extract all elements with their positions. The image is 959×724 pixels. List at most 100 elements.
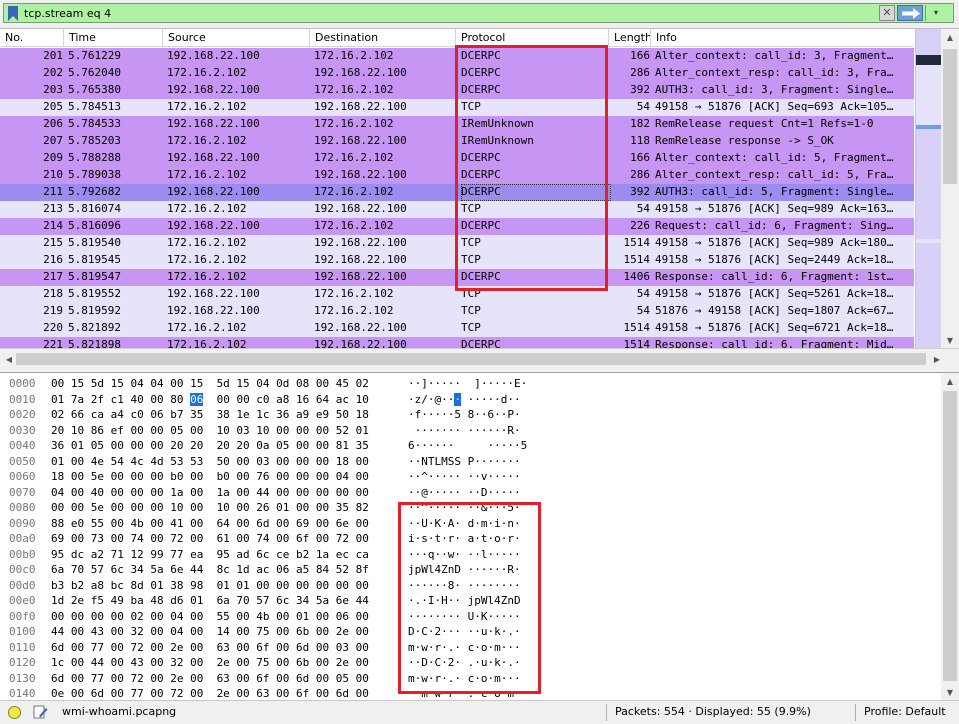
byte-ascii: ··^····· ··v····· xyxy=(408,468,521,485)
packet-length: 1514 xyxy=(623,338,651,348)
column-header-length[interactable]: Length xyxy=(609,29,651,47)
packet-source: 172.16.2.102 xyxy=(167,202,247,215)
byte-hex: 02 66 ca a4 c0 06 b7 35 38 1e 1c 36 a9 e… xyxy=(51,406,369,423)
byte-hex-text: 00 00 00 00 02 00 04 00 55 00 4b 00 01 0… xyxy=(51,609,369,623)
byte-ascii-text: 6······ ·····5 xyxy=(408,439,528,452)
status-filename: wmi-whoami.pcapng xyxy=(62,705,177,718)
packet-protocol: DCERPC xyxy=(461,66,501,79)
packet-row[interactable]: 211 5.792682 192.168.22.100 172.16.2.102 DCE… xyxy=(0,184,914,201)
packet-time: 5.819592 xyxy=(68,304,121,317)
packet-row[interactable]: 221 5.821898 172.16.2.102 192.168.22.100 DCE… xyxy=(0,337,914,348)
scroll-up-icon[interactable]: ▲ xyxy=(941,29,959,46)
scroll-right-icon[interactable]: ▶ xyxy=(928,351,946,368)
packet-length: 1514 xyxy=(623,321,651,334)
bytes-vertical-scrollbar[interactable]: ▲ ▼ xyxy=(941,373,959,700)
packet-destination: 192.168.22.100 xyxy=(314,253,407,266)
packet-info: 49158 → 51876 [ACK] Seq=6721 Ack=18… xyxy=(655,321,894,334)
packet-row[interactable]: 220 5.821892 172.16.2.102 192.168.22.100 TCP… xyxy=(0,320,914,337)
packet-destination: 192.168.22.100 xyxy=(314,202,407,215)
packet-source: 192.168.22.100 xyxy=(167,304,260,317)
packet-list-pane: No. Time Source Destination Protocol Len… xyxy=(0,28,959,348)
packet-protocol: TCP xyxy=(461,287,481,300)
packet-row[interactable]: 219 5.819592 192.168.22.100 172.16.2.102 TCP… xyxy=(0,303,914,320)
packet-row[interactable]: 210 5.789038 172.16.2.102 192.168.22.100 DCE… xyxy=(0,167,914,184)
byte-hex: 6a 70 57 6c 34 5a 6e 44 8c 1d ac 06 a5 8… xyxy=(51,561,369,578)
vertical-scroll-thumb[interactable] xyxy=(943,391,957,681)
byte-hex-text: 44 00 43 00 32 00 04 00 14 00 75 00 6b 0… xyxy=(51,625,369,638)
display-filter-box: ✕ ▾ xyxy=(3,3,954,23)
scroll-up-icon[interactable]: ▲ xyxy=(941,373,959,390)
byte-hex: b3 b2 a8 bc 8d 01 38 98 01 01 00 00 00 0… xyxy=(51,577,369,594)
byte-hex: 44 00 43 00 32 00 04 00 14 00 75 00 6b 0… xyxy=(51,623,369,640)
column-header-destination[interactable]: Destination xyxy=(310,29,456,47)
byte-ascii: D·C·2··· ··u·k·.· xyxy=(408,623,521,640)
column-header-protocol[interactable]: Protocol xyxy=(456,29,609,47)
packet-row[interactable]: 209 5.788288 192.168.22.100 172.16.2.102 DCE… xyxy=(0,150,914,167)
packet-row[interactable]: 218 5.819552 192.168.22.100 172.16.2.102 TCP… xyxy=(0,286,914,303)
byte-ascii-text: ·····d·· xyxy=(460,392,521,406)
byte-offset: 0110 xyxy=(9,640,36,654)
packet-length: 166 xyxy=(630,151,650,164)
packet-info: 49158 → 51876 [ACK] Seq=2449 Ack=18… xyxy=(655,253,894,266)
packet-number: 206 xyxy=(43,117,63,130)
vertical-scroll-thumb[interactable] xyxy=(943,49,957,184)
byte-ascii: ········ U·K····· xyxy=(408,608,521,625)
scroll-down-icon[interactable]: ▼ xyxy=(941,332,959,348)
packet-row[interactable]: 205 5.784513 172.16.2.102 192.168.22.100 TCP… xyxy=(0,99,914,116)
byte-ascii: m·w·r·.· c·o·m··· xyxy=(408,670,521,687)
packet-row[interactable]: 215 5.819540 172.16.2.102 192.168.22.100 TCP… xyxy=(0,235,914,252)
packet-length: 1514 xyxy=(623,253,651,266)
column-header-no[interactable]: No. xyxy=(0,29,64,47)
packet-destination: 172.16.2.102 xyxy=(314,185,394,198)
packet-source: 192.168.22.100 xyxy=(167,287,260,300)
horizontal-scroll-thumb[interactable] xyxy=(16,353,926,365)
apply-filter-button[interactable] xyxy=(897,5,923,21)
pane-horizontal-scrollbar[interactable]: ◀ ▶ xyxy=(0,348,959,370)
byte-hex-text: 00 15 5d 15 04 04 00 15 5d 15 04 0d 08 0… xyxy=(51,377,369,390)
packet-row[interactable]: 216 5.819545 172.16.2.102 192.168.22.100 TCP… xyxy=(0,252,914,269)
column-header-info[interactable]: Info xyxy=(651,29,914,47)
packet-list-vertical-scrollbar[interactable]: ▲ ▼ xyxy=(941,29,959,348)
bookmark-icon[interactable] xyxy=(7,6,19,21)
packet-time: 5.761229 xyxy=(68,49,121,62)
byte-ascii: ······· ······R· xyxy=(408,422,521,439)
expert-info-icon[interactable] xyxy=(8,706,21,719)
display-filter-input[interactable] xyxy=(24,5,864,22)
packet-row[interactable]: 206 5.784533 192.168.22.100 172.16.2.102 IRe… xyxy=(0,116,914,133)
packet-row[interactable]: 213 5.816074 172.16.2.102 192.168.22.100 TCP… xyxy=(0,201,914,218)
packet-row[interactable]: 217 5.819547 172.16.2.102 192.168.22.100 DCE… xyxy=(0,269,914,286)
column-header-source[interactable]: Source xyxy=(163,29,310,47)
packet-row[interactable]: 207 5.785203 172.16.2.102 192.168.22.100 IRe… xyxy=(0,133,914,150)
byte-hex-highlight: 06 xyxy=(190,392,204,406)
packet-minimap[interactable] xyxy=(915,29,942,348)
capture-comment-icon[interactable] xyxy=(33,705,48,720)
byte-hex-text: 36 01 05 00 00 00 20 20 20 20 0a 05 00 0… xyxy=(51,439,369,452)
packet-row[interactable]: 214 5.816096 192.168.22.100 172.16.2.102 DCE… xyxy=(0,218,914,235)
packet-info: Response: call_id: 6, Fragment: 1st… xyxy=(655,270,894,283)
packet-bytes-pane: 0000 00 15 5d 15 04 04 00 15 5d 15 04 0d … xyxy=(0,372,959,700)
packet-destination: 172.16.2.102 xyxy=(314,117,394,130)
packet-number: 220 xyxy=(43,321,63,334)
clear-filter-button[interactable]: ✕ xyxy=(879,5,895,21)
packet-info: Alter_context_resp: call_id: 3, Fra… xyxy=(655,66,894,79)
packet-protocol: DCERPC xyxy=(461,270,501,283)
packet-time: 5.784513 xyxy=(68,100,121,113)
status-packet-count: Packets: 554 · Displayed: 55 (9.9%) xyxy=(615,705,811,718)
byte-ascii-text: ·z/·@·· xyxy=(408,392,455,406)
packet-number: 209 xyxy=(43,151,63,164)
status-profile[interactable]: Profile: Default xyxy=(864,705,946,718)
packet-destination: 192.168.22.100 xyxy=(314,236,407,249)
column-header-time[interactable]: Time xyxy=(64,29,163,47)
packet-row[interactable]: 202 5.762040 172.16.2.102 192.168.22.100 DCE… xyxy=(0,65,914,82)
packet-row[interactable]: 201 5.761229 192.168.22.100 172.16.2.102 DCE… xyxy=(0,48,914,65)
byte-offset: 0120 xyxy=(9,656,36,669)
packet-row[interactable]: 203 5.765380 192.168.22.100 172.16.2.102 DCE… xyxy=(0,82,914,99)
packet-destination: 192.168.22.100 xyxy=(314,168,407,181)
byte-hex-text: 18 00 5e 00 00 00 b0 00 b0 00 76 00 00 0… xyxy=(51,470,369,483)
packet-destination: 192.168.22.100 xyxy=(314,270,407,283)
scroll-down-icon[interactable]: ▼ xyxy=(941,684,959,700)
packet-source: 172.16.2.102 xyxy=(167,134,247,147)
filter-history-dropdown[interactable]: ▾ xyxy=(929,5,943,21)
packet-protocol: TCP xyxy=(461,202,481,215)
packet-destination: 192.168.22.100 xyxy=(314,134,407,147)
